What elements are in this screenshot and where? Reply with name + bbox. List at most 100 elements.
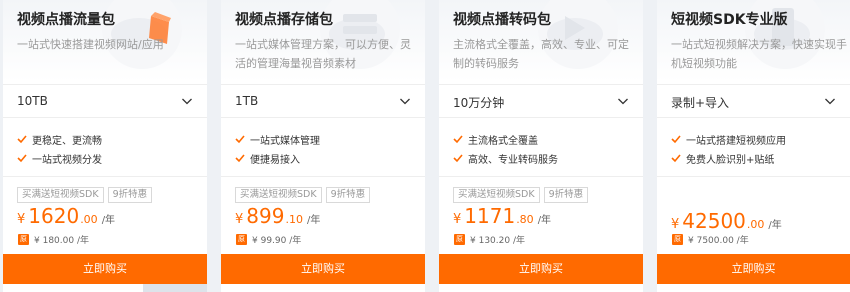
feature-item: 免费人脸识别+贴纸 bbox=[671, 149, 846, 167]
chevron-down-icon bbox=[618, 98, 628, 105]
price-integer: 42500 bbox=[682, 209, 746, 233]
original-price: 原 ¥ 7500.00 /年 bbox=[672, 233, 749, 246]
price-currency: ¥ bbox=[235, 212, 244, 227]
product-card-vod-transcode: 视频点播转码包 主流格式全覆盖，高效、专业、可定制的转码服务 10万分钟 主流格… bbox=[439, 0, 643, 292]
scrollbar-track bbox=[143, 284, 207, 292]
original-price: 原 ¥ 99.90 /年 bbox=[236, 233, 301, 246]
card-header: 视频点播转码包 主流格式全覆盖，高效、专业、可定制的转码服务 bbox=[439, 0, 643, 82]
price-integer: 1171 bbox=[464, 204, 516, 228]
original-price-badge: 原 bbox=[672, 234, 683, 245]
spec-select[interactable]: 10TB bbox=[3, 84, 207, 118]
feature-list: 一站式媒体管理 便捷易接入 bbox=[235, 130, 421, 168]
original-price-badge: 原 bbox=[236, 234, 247, 245]
feature-text: 一站式媒体管理 bbox=[250, 135, 320, 147]
check-icon bbox=[671, 154, 681, 163]
chevron-down-icon bbox=[825, 98, 835, 105]
price: ¥ 1171 .80 /年 bbox=[453, 204, 551, 228]
original-price-text: ¥ 7500.00 /年 bbox=[688, 236, 749, 246]
feature-item: 主流格式全覆盖 bbox=[453, 130, 639, 148]
price: ¥ 1620 .00 /年 bbox=[17, 204, 115, 228]
original-price: 原 ¥ 130.20 /年 bbox=[454, 233, 525, 246]
feature-list: 主流格式全覆盖 高效、专业转码服务 bbox=[453, 130, 639, 168]
spec-select-value: 录制+导入 bbox=[671, 96, 730, 110]
spec-select-value: 10万分钟 bbox=[453, 96, 505, 110]
product-card-vod-traffic: 视频点播流量包 一站式快速搭建视频网站/应用 10TB 更稳定、更流畅 一站式视… bbox=[3, 0, 207, 292]
feature-item: 一站式视频分发 bbox=[17, 149, 203, 167]
chevron-down-icon bbox=[182, 98, 192, 105]
check-icon bbox=[17, 154, 27, 163]
price-currency: ¥ bbox=[17, 212, 26, 227]
feature-item: 一站式媒体管理 bbox=[235, 130, 421, 148]
feature-text: 更稳定、更流畅 bbox=[32, 135, 102, 147]
card-description: 一站式短视频解决方案，快速实现手机短视频功能 bbox=[671, 38, 847, 70]
feature-text: 主流格式全覆盖 bbox=[468, 135, 538, 147]
feature-text: 高效、专业转码服务 bbox=[468, 154, 558, 166]
divider bbox=[657, 176, 850, 177]
check-icon bbox=[235, 135, 245, 144]
feature-item: 便捷易接入 bbox=[235, 149, 421, 167]
price-currency: ¥ bbox=[671, 217, 680, 232]
card-title: 短视频SDK专业版 bbox=[671, 12, 788, 28]
promo-tags: 买满送短视频SDK 9折特惠 bbox=[235, 187, 371, 203]
price-integer: 1620 bbox=[28, 204, 80, 228]
divider bbox=[439, 176, 643, 177]
card-title: 视频点播转码包 bbox=[453, 12, 551, 28]
divider bbox=[3, 176, 207, 177]
check-icon bbox=[453, 135, 463, 144]
card-title: 视频点播存储包 bbox=[235, 12, 333, 28]
price-unit: /年 bbox=[537, 215, 552, 226]
chevron-down-icon bbox=[400, 98, 410, 105]
spec-select-value: 1TB bbox=[235, 94, 259, 108]
card-header: 短视频SDK专业版 一站式短视频解决方案，快速实现手机短视频功能 bbox=[657, 0, 850, 82]
card-description: 一站式快速搭建视频网站/应用 bbox=[17, 38, 164, 51]
card-description: 一站式媒体管理方案，可以方便、灵活的管理海量视音频素材 bbox=[235, 38, 411, 70]
promo-tag: 买满送短视频SDK bbox=[17, 187, 104, 203]
buy-now-button[interactable]: 立即购买 bbox=[3, 254, 207, 284]
buy-now-button[interactable]: 立即购买 bbox=[439, 254, 643, 284]
feature-list: 一站式搭建短视频应用 免费人脸识别+贴纸 bbox=[671, 130, 846, 168]
feature-text: 免费人脸识别+贴纸 bbox=[686, 154, 775, 166]
spec-select[interactable]: 10万分钟 bbox=[439, 84, 643, 118]
check-icon bbox=[671, 135, 681, 144]
product-card-vod-storage: 视频点播存储包 一站式媒体管理方案，可以方便、灵活的管理海量视音频素材 1TB … bbox=[221, 0, 425, 292]
price-currency: ¥ bbox=[453, 212, 462, 227]
price-decimal: .10 bbox=[285, 213, 303, 226]
check-icon bbox=[453, 154, 463, 163]
promo-tag: 9折特惠 bbox=[543, 187, 589, 203]
original-price-text: ¥ 130.20 /年 bbox=[470, 236, 525, 246]
original-price: 原 ¥ 180.00 /年 bbox=[18, 233, 89, 246]
price-decimal: .00 bbox=[80, 213, 98, 226]
card-title: 视频点播流量包 bbox=[17, 12, 115, 28]
price-unit: /年 bbox=[306, 215, 321, 226]
promo-tag: 9折特惠 bbox=[325, 187, 371, 203]
feature-item: 高效、专业转码服务 bbox=[453, 149, 639, 167]
promo-tags: 买满送短视频SDK 9折特惠 bbox=[17, 187, 153, 203]
price: ¥ 42500 .00 /年 bbox=[671, 209, 782, 233]
check-icon bbox=[17, 135, 27, 144]
feature-text: 一站式视频分发 bbox=[32, 154, 102, 166]
buy-now-button[interactable]: 立即购买 bbox=[221, 254, 425, 284]
price: ¥ 899 .10 /年 bbox=[235, 204, 320, 228]
original-price-badge: 原 bbox=[454, 234, 465, 245]
price-decimal: .00 bbox=[746, 218, 765, 231]
spec-select-value: 10TB bbox=[17, 94, 48, 108]
feature-item: 一站式搭建短视频应用 bbox=[671, 130, 846, 148]
card-header: 视频点播流量包 一站式快速搭建视频网站/应用 bbox=[3, 0, 207, 82]
feature-text: 一站式搭建短视频应用 bbox=[686, 135, 786, 147]
spec-select[interactable]: 1TB bbox=[221, 84, 425, 118]
feature-list: 更稳定、更流畅 一站式视频分发 bbox=[17, 130, 203, 168]
price-decimal: .80 bbox=[516, 213, 534, 226]
buy-now-button[interactable]: 立即购买 bbox=[657, 254, 850, 284]
promo-tags: 买满送短视频SDK 9折特惠 bbox=[453, 187, 589, 203]
promo-tag: 买满送短视频SDK bbox=[235, 187, 322, 203]
promo-tag: 9折特惠 bbox=[107, 187, 153, 203]
price-unit: /年 bbox=[768, 220, 782, 231]
price-integer: 899 bbox=[246, 204, 285, 228]
spec-select[interactable]: 录制+导入 bbox=[657, 84, 850, 118]
divider bbox=[221, 176, 425, 177]
original-price-badge: 原 bbox=[18, 234, 29, 245]
feature-text: 便捷易接入 bbox=[250, 154, 300, 166]
original-price-text: ¥ 99.90 /年 bbox=[252, 236, 302, 246]
promo-tag: 买满送短视频SDK bbox=[453, 187, 540, 203]
price-unit: /年 bbox=[101, 215, 116, 226]
